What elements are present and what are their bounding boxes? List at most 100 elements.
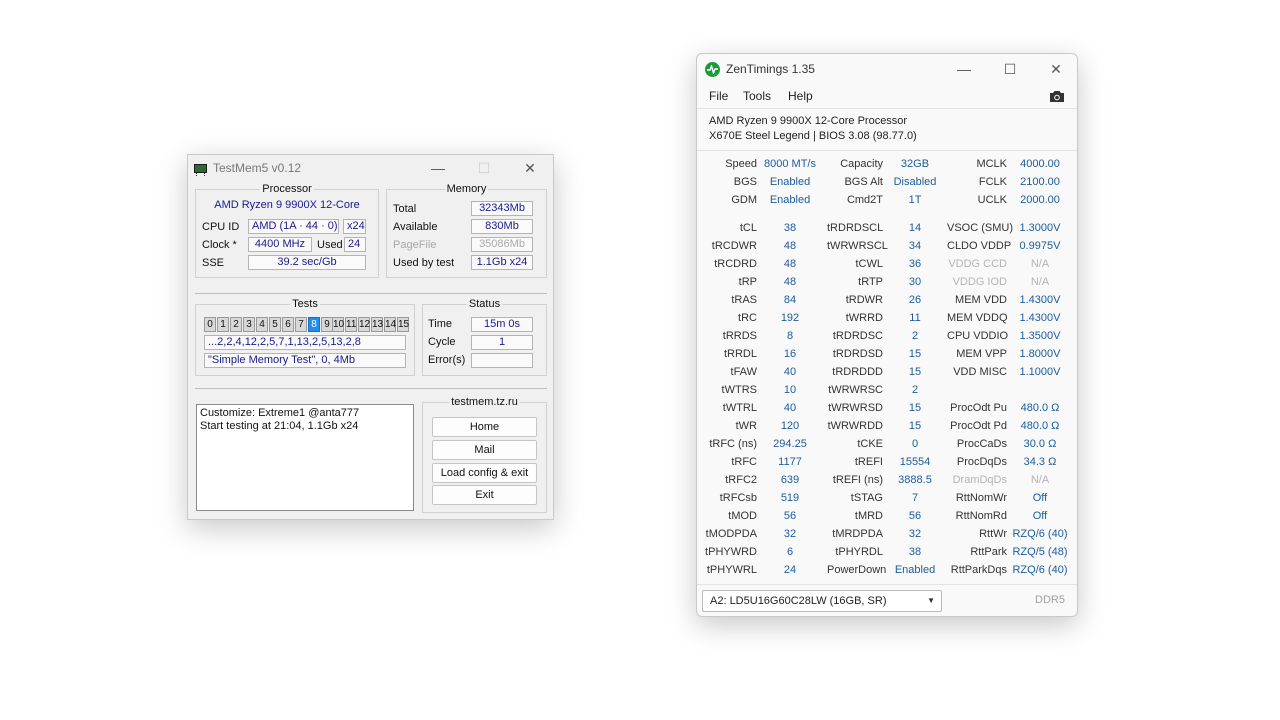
timing-label: tRDRDSD (832, 348, 883, 360)
timing-value: 15 (908, 402, 922, 414)
board-info: X670E Steel Legend | BIOS 3.08 (98.77.0) (709, 130, 917, 142)
timing-label: tCWL (855, 258, 884, 270)
timing-label: MEM VPP (956, 348, 1007, 360)
timing-label: ProcCaDs (956, 438, 1007, 450)
menu-tools[interactable]: Tools (743, 89, 771, 103)
processor-group-title: Processor (260, 183, 314, 195)
separator (195, 293, 547, 294)
dimm-select[interactable]: A2: LD5U16G60C28LW (16GB, SR) ▼ (702, 590, 942, 612)
zentimings-logo-icon (705, 61, 720, 77)
available-field: 830Mb (471, 219, 533, 234)
timing-label: ProcOdt Pu (950, 402, 1007, 414)
errors-label: Error(s) (428, 354, 466, 366)
chevron-down-icon: ▼ (927, 596, 935, 605)
timing-label: VSOC (SMU) (947, 222, 1013, 234)
timing-value: 4000.00 (1020, 158, 1060, 170)
mem-type-label: DDR5 (1035, 594, 1065, 606)
site-group: testmem.tz.ru Home Mail Load config & ex… (422, 396, 547, 513)
timing-value: 48 (783, 276, 797, 288)
test-number-12: 12 (358, 317, 371, 332)
timing-label: tRP (738, 276, 757, 288)
timing-label: RttNomRd (955, 510, 1007, 522)
home-button[interactable]: Home (432, 417, 537, 437)
timing-value: RZQ/6 (40) (1012, 564, 1068, 576)
timing-value: 48 (783, 258, 797, 270)
maximize-button[interactable]: ☐ (987, 54, 1033, 84)
maximize-button[interactable]: ☐ (461, 155, 507, 181)
used-field: 24 (344, 237, 366, 252)
menu-file[interactable]: File (709, 89, 728, 103)
timing-value: Enabled (769, 194, 811, 206)
exit-button[interactable]: Exit (432, 485, 537, 505)
timing-value: 0.9975V (1019, 240, 1061, 252)
timing-label: tREFI (ns) (832, 474, 883, 486)
memory-chip-icon (194, 163, 207, 176)
timing-value: 8 (786, 330, 794, 342)
timing-value: 2000.00 (1020, 194, 1060, 206)
zentimings-titlebar[interactable]: ZenTimings 1.35 — ☐ ✕ (697, 54, 1077, 84)
timing-value: 15 (908, 348, 922, 360)
minimize-button[interactable]: — (941, 54, 987, 84)
memory-group: Memory Total 32343Mb Available 830Mb Pag… (386, 183, 547, 278)
timing-label: BGS (733, 176, 757, 188)
close-button[interactable]: ✕ (507, 155, 553, 181)
zentimings-window: ZenTimings 1.35 — ☐ ✕ File Tools Help AM… (696, 53, 1078, 617)
cpuid-field: AMD (1A · 44 · 0) (248, 219, 339, 234)
processor-group: Processor AMD Ryzen 9 9900X 12-Core CPU … (195, 183, 379, 278)
timing-label: tWRWRSCL (827, 240, 888, 252)
timing-label: FCLK (978, 176, 1007, 188)
menu-help[interactable]: Help (788, 89, 813, 103)
summary-grid: Speed 8000 MT/s Capacity 32GB MCLK 4000.00 BGS… (697, 155, 1077, 209)
timing-value: 34.3 Ω (1023, 456, 1057, 468)
timing-label: tRDRDDD (832, 366, 883, 378)
timing-value: 40 (783, 366, 797, 378)
timing-value: 7 (911, 492, 919, 504)
timing-value: 24 (783, 564, 797, 576)
timing-label: tRCDRD (714, 258, 757, 270)
timing-label: tRFC (731, 456, 757, 468)
log-textbox[interactable]: Customize: Extreme1 @anta777 Start testi… (196, 404, 414, 511)
sse-label: SSE (202, 257, 225, 269)
timing-value: 40 (783, 402, 797, 414)
timing-value: 2 (911, 384, 919, 396)
timing-value: 38 (783, 222, 797, 234)
cpuid-label: CPU ID (202, 221, 240, 233)
timing-value: 639 (780, 474, 800, 486)
timing-value: 6 (786, 546, 794, 558)
timing-value: Enabled (894, 564, 936, 576)
testmem-titlebar[interactable]: TestMem5 v0.12 — ☐ ✕ (188, 155, 553, 181)
clock-label: Clock * (202, 239, 237, 251)
timing-label: tRDWR (845, 294, 883, 306)
timing-label: tWRRD (845, 312, 883, 324)
cycle-label: Cycle (428, 336, 456, 348)
test-number-15: 15 (397, 317, 410, 332)
time-field: 15m 0s (471, 317, 533, 332)
minimize-button[interactable]: — (415, 155, 461, 181)
load-config-exit-button[interactable]: Load config & exit (432, 463, 537, 483)
timing-label: tMRDPDA (832, 528, 883, 540)
timing-label: tRDRDSC (832, 330, 883, 342)
timing-label: tRFCsb (719, 492, 757, 504)
test-number-5: 5 (269, 317, 281, 332)
timing-value: 34 (908, 240, 922, 252)
separator (195, 388, 547, 389)
timing-value: RZQ/6 (40) (1012, 528, 1068, 540)
timing-value: 10 (783, 384, 797, 396)
tests-group-title: Tests (290, 298, 320, 310)
site-group-title: testmem.tz.ru (449, 396, 520, 408)
timing-label: ProcDqDs (956, 456, 1007, 468)
timing-label: RttParkDqs (950, 564, 1007, 576)
timings-grid: tCL 38 tRDRDSCL 14 VSOC (SMU) 1.3000V tRCDWR 48… (697, 219, 1077, 579)
test-number-0: 0 (204, 317, 216, 332)
timing-value: 48 (783, 240, 797, 252)
timing-value: 15554 (899, 456, 931, 468)
timing-value: 1.4300V (1019, 312, 1061, 324)
testmem-window: TestMem5 v0.12 — ☐ ✕ Processor AMD Ryzen… (187, 154, 554, 520)
camera-icon[interactable] (1049, 89, 1065, 103)
mail-button[interactable]: Mail (432, 440, 537, 460)
timing-value: 480.0 Ω (1020, 402, 1060, 414)
timing-label: ProcOdt Pd (950, 420, 1007, 432)
timing-value: 32GB (900, 158, 930, 170)
divider (697, 108, 1077, 109)
close-button[interactable]: ✕ (1033, 54, 1079, 84)
